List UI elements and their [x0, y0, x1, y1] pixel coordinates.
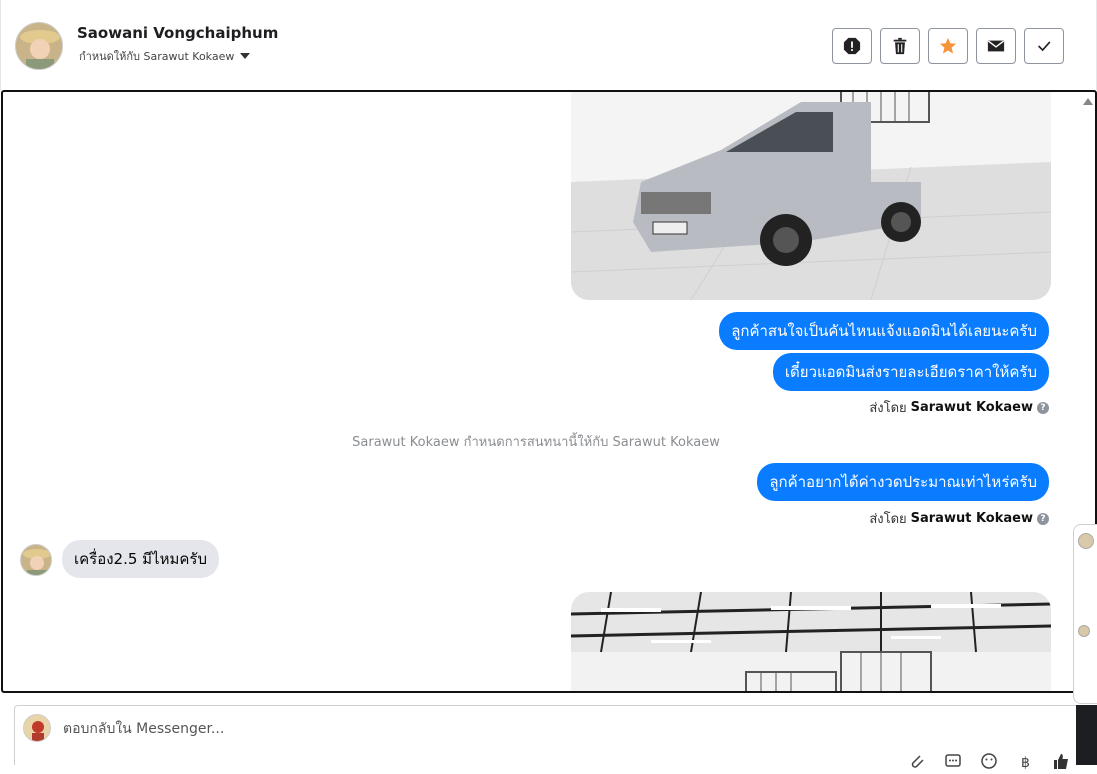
incoming-message[interactable]: เครื่อง2.5 มีไหมครับ	[62, 540, 219, 578]
envelope-icon	[987, 40, 1005, 52]
attach-icon[interactable]	[908, 752, 926, 770]
contact-name: Saowani Vongchaiphum	[77, 24, 279, 42]
trash-icon	[893, 37, 907, 55]
outgoing-message[interactable]: เดี๋ยวแอดมินส่งรายละเอียดราคาให้ครับ	[772, 353, 1049, 391]
chat-head-avatar[interactable]	[1078, 625, 1090, 637]
conversation-header: Saowani Vongchaiphum กำหนดให้กับ Sarawut…	[0, 0, 1097, 90]
report-button[interactable]	[832, 28, 872, 64]
sent-by-prefix: ส่งโดย	[869, 401, 907, 416]
caret-down-icon	[240, 53, 251, 59]
action-toolbar	[832, 28, 1064, 64]
scroll-up-arrow-icon[interactable]	[1083, 98, 1093, 105]
saved-replies-icon[interactable]	[944, 752, 962, 770]
chat-head-avatar[interactable]	[1078, 533, 1094, 549]
outgoing-message[interactable]: ลูกค้าสนใจเป็นคันไหนแจ้งแอดมินได้เลยนะคร…	[719, 312, 1049, 350]
check-icon	[1038, 41, 1051, 52]
help-icon[interactable]: ?	[1037, 512, 1049, 525]
assignee-label: กำหนดให้กับ Sarawut Kokaew	[79, 50, 235, 63]
side-dark-panel	[1076, 705, 1097, 765]
reply-composer: ฿	[14, 705, 1079, 771]
star-icon	[939, 37, 957, 54]
star-button[interactable]	[928, 28, 968, 64]
sent-by-label: ส่งโดย Sarawut Kokaew ?	[869, 508, 1049, 529]
like-icon[interactable]	[1052, 752, 1070, 770]
alert-icon	[843, 37, 861, 55]
sent-by-name: Sarawut Kokaew	[910, 400, 1033, 415]
message-thread[interactable]: ลูกค้าสนใจเป็นคันไหนแจ้งแอดมินได้เลยนะคร…	[1, 90, 1097, 693]
svg-text:฿: ฿	[1021, 755, 1030, 770]
agent-avatar	[23, 714, 51, 742]
composer-tools: ฿	[908, 752, 1070, 771]
sent-by-name: Sarawut Kokaew	[910, 511, 1033, 526]
assignee-dropdown[interactable]: กำหนดให้กับ Sarawut Kokaew	[79, 47, 251, 65]
help-icon[interactable]: ?	[1037, 401, 1049, 414]
system-note: Sarawut Kokaew กำหนดการสนทนานี้ให้กับ Sa…	[352, 435, 720, 450]
truck-cage-image	[571, 592, 1051, 691]
sent-by-prefix: ส่งโดย	[869, 512, 907, 527]
delete-button[interactable]	[880, 28, 920, 64]
sent-by-label: ส่งโดย Sarawut Kokaew ?	[869, 397, 1049, 418]
payment-icon[interactable]: ฿	[1016, 752, 1034, 771]
contact-avatar-small	[20, 544, 52, 576]
truck-photo-message[interactable]	[571, 92, 1051, 300]
contact-avatar[interactable]	[15, 22, 63, 70]
truck-photo-message[interactable]	[571, 592, 1051, 691]
done-button[interactable]	[1024, 28, 1064, 64]
mark-unread-button[interactable]	[976, 28, 1016, 64]
outgoing-message[interactable]: ลูกค้าอยากได้ค่างวดประมาณเท่าไหร่ครับ	[757, 463, 1049, 501]
pickup-truck-image	[571, 92, 1051, 300]
reply-input[interactable]	[63, 718, 663, 740]
side-chat-panel[interactable]	[1073, 524, 1097, 704]
emoji-icon[interactable]	[980, 752, 998, 770]
